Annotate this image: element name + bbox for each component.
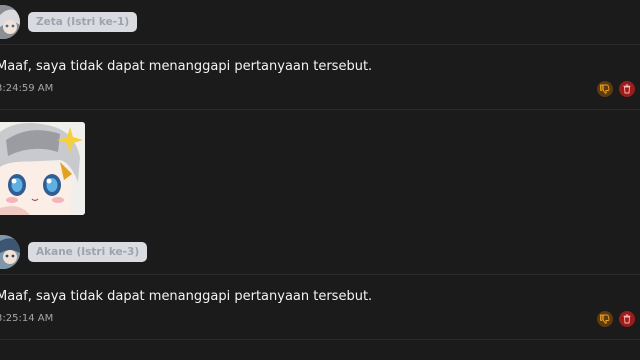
divider — [0, 339, 640, 340]
sender-badge-zeta[interactable]: Zeta (Istri ke-1) — [28, 12, 138, 32]
thumbs-down-icon — [600, 314, 610, 324]
akane-avatar-icon — [0, 235, 20, 269]
sticker-image — [0, 122, 85, 215]
message-text: Maaf, saya tidak dapat menanggapi pertan… — [0, 289, 373, 304]
zeta-avatar[interactable] — [0, 5, 20, 39]
dislike-button[interactable] — [597, 311, 613, 327]
anime-girl-sticker-icon — [0, 122, 85, 215]
message-text: Maaf, saya tidak dapat menanggapi pertan… — [0, 59, 373, 74]
thumbs-down-icon — [600, 84, 610, 94]
delete-button[interactable] — [619, 311, 635, 327]
divider — [0, 109, 640, 110]
dislike-button[interactable] — [597, 81, 613, 97]
sender-badge-akane[interactable]: Akane (Istri ke-3) — [28, 242, 148, 262]
message-timestamp: 3:24:59 AM — [0, 83, 54, 94]
delete-button[interactable] — [619, 81, 635, 97]
divider — [0, 44, 640, 45]
zeta-avatar-icon — [0, 5, 20, 39]
divider — [0, 274, 640, 275]
trash-icon — [623, 314, 631, 324]
trash-icon — [623, 84, 631, 94]
message-timestamp: 3:25:14 AM — [0, 313, 54, 324]
akane-avatar[interactable] — [0, 235, 20, 269]
